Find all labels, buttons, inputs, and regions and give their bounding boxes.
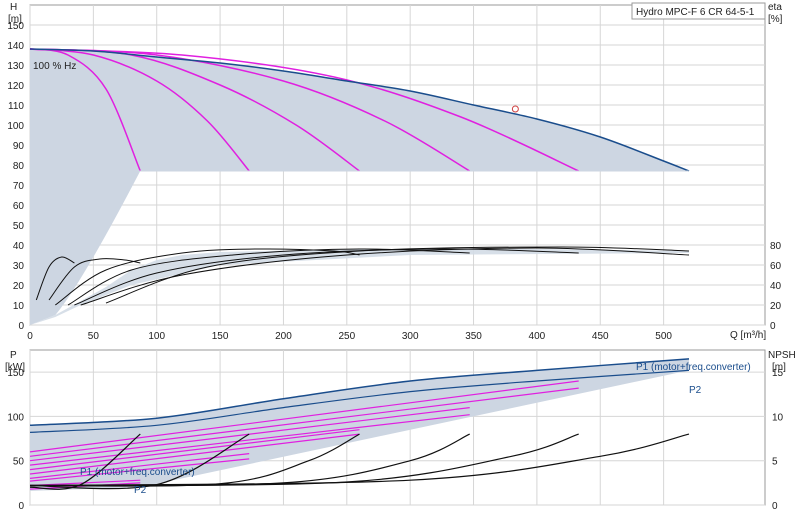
p-tick-label: 0 xyxy=(18,501,24,512)
qh-panel: 0 50 100 150 200 250 300 350 400 450 500 010203040… xyxy=(7,2,782,342)
h-axis-label: H xyxy=(10,2,17,13)
duty-point xyxy=(511,105,519,113)
h-tick-label: 0 xyxy=(18,321,24,332)
q-tick-label: 350 xyxy=(465,331,482,342)
q-tick-label: 400 xyxy=(529,331,546,342)
npsh-axis-label: NPSH xyxy=(768,350,796,361)
npsh-tick-label: 5 xyxy=(772,457,778,468)
p-tick-label: 100 xyxy=(7,412,24,423)
h-tick-label: 130 xyxy=(7,61,24,72)
q-tick-label: 100 xyxy=(148,331,165,342)
h-tick-label: 40 xyxy=(13,241,25,252)
power-panel: 050100150 051015 P [kW] NPSH [m] P1 (mot… xyxy=(5,349,796,512)
p2-label-top: P2 xyxy=(689,385,702,396)
eta-axis-unit: [%] xyxy=(768,14,783,25)
npsh-axis-unit: [m] xyxy=(772,362,786,373)
p-tick-label: 50 xyxy=(13,457,25,468)
chart-svg: 0 50 100 150 200 250 300 350 400 450 500 010203040… xyxy=(5,2,796,512)
eta-tick-label: 20 xyxy=(770,301,782,312)
pump-curve-chart: 0 50 100 150 200 250 300 350 400 450 500 0 10 20 30 40… xyxy=(0,0,800,520)
h-tick-label: 30 xyxy=(13,261,25,272)
eta-tick-label: 40 xyxy=(770,281,782,292)
q-axis-label: Q [m³/h] xyxy=(730,330,766,341)
h-tick-label: 20 xyxy=(13,281,25,292)
eta-tick-label: 60 xyxy=(770,261,782,272)
eta-axis-label: eta xyxy=(768,2,782,13)
h-tick-label: 90 xyxy=(13,141,25,152)
h-tick-label: 60 xyxy=(13,201,25,212)
eta-tick-label: 0 xyxy=(770,321,776,332)
h-tick-label: 80 xyxy=(13,161,25,172)
q-tick-label: 300 xyxy=(402,331,419,342)
p1-label-top: P1 (motor+freq.converter) xyxy=(636,362,751,373)
q-tick-label: 500 xyxy=(655,331,672,342)
q-tick-label: 250 xyxy=(338,331,355,342)
h-tick-label: 110 xyxy=(8,101,24,112)
p1-label-low: P1 (motor+freq.converter) xyxy=(80,467,195,478)
p2-label-low: P2 xyxy=(134,485,147,496)
q-tick-label: 200 xyxy=(275,331,292,342)
q-tick-label: 450 xyxy=(592,331,609,342)
chart-title: Hydro MPC-F 6 CR 64-5-1 xyxy=(636,7,755,18)
h-tick-label: 50 xyxy=(13,221,25,232)
h-tick-label: 10 xyxy=(13,301,25,312)
q-tick-label: 150 xyxy=(212,331,229,342)
q-tick-label: 0 xyxy=(27,331,33,342)
q-tick-label: 50 xyxy=(88,331,100,342)
p-axis-unit: [kW] xyxy=(5,362,25,373)
h-tick-label: 70 xyxy=(13,181,25,192)
h-tick-label: 120 xyxy=(7,81,24,92)
speed-annotation: 100 % Hz xyxy=(33,61,76,72)
npsh-tick-label: 10 xyxy=(772,412,784,423)
npsh-tick-label: 0 xyxy=(772,501,778,512)
eta-tick-label: 80 xyxy=(770,241,782,252)
p-axis-label: P xyxy=(10,350,17,361)
h-tick-label: 140 xyxy=(7,41,24,52)
h-axis-unit: [m] xyxy=(8,14,22,25)
h-tick-label: 100 xyxy=(7,121,24,132)
eta-curve xyxy=(80,247,690,306)
